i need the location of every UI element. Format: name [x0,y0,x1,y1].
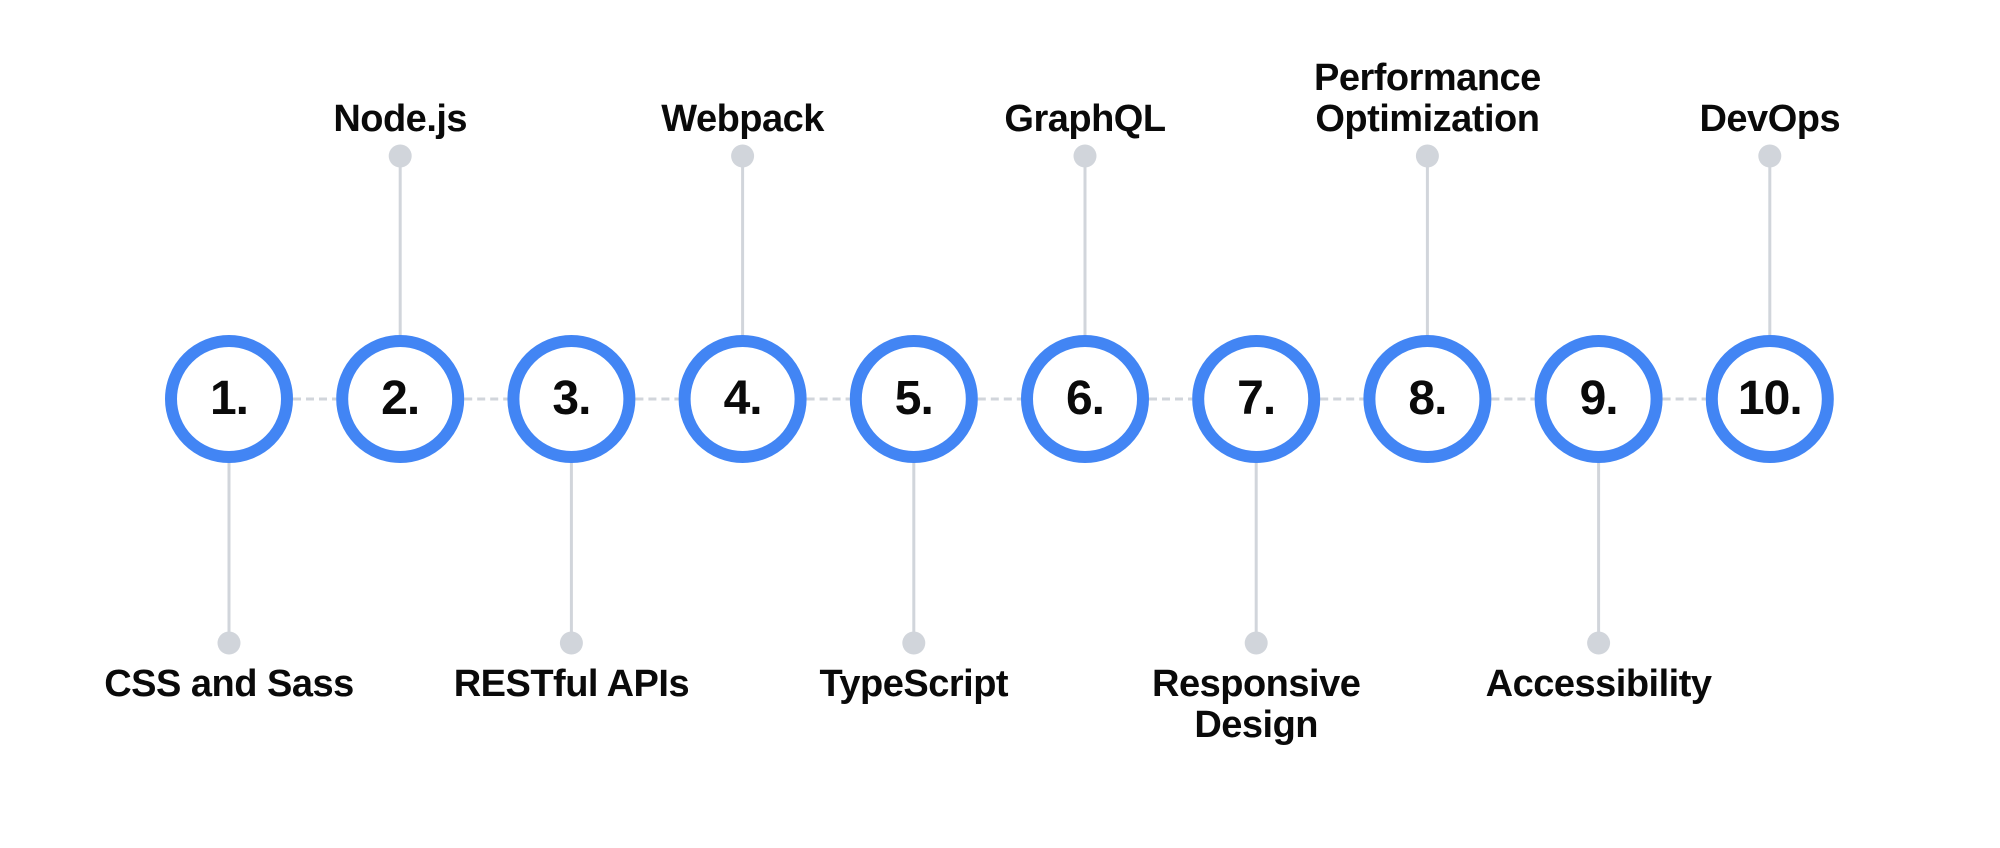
step-label: Performance Optimization [1313,57,1541,140]
stem-dot [1587,631,1611,655]
stem-dot [902,631,926,655]
step-number: 4. [723,372,763,425]
step-number: 10. [1737,372,1803,425]
stem-dot [1244,631,1268,655]
step-number: 8. [1408,372,1447,425]
stem-dot [731,144,755,168]
stem-dot [1073,144,1097,168]
step-label: CSS and Sass [104,663,354,705]
step-number: 6. [1065,372,1105,425]
step-label: Node.js [333,98,468,140]
step-number: 1. [209,372,249,425]
stem-dot [1415,144,1439,168]
step-label: Webpack [661,98,824,140]
step-number: 2. [381,372,420,425]
step-label: GraphQL [1004,98,1166,140]
stem-dot [559,631,583,655]
stem-dot [1758,144,1782,168]
step-number: 3. [552,372,591,425]
step-number: 7. [1237,372,1276,425]
step-number: 5. [894,372,934,425]
step-label: Responsive Design [1152,663,1361,746]
stem-dot [217,631,241,655]
step-label: DevOps [1699,98,1841,140]
step-label: RESTful APIs [453,663,690,705]
step-label: Accessibility [1485,663,1712,705]
step-label: TypeScript [819,663,1009,705]
timeline-diagram: 1. CSS and Sass 2. Node.js 3. RESTful APIs 4. W… [0,0,2000,848]
step-number: 9. [1579,372,1619,425]
stem-dot [388,144,412,168]
